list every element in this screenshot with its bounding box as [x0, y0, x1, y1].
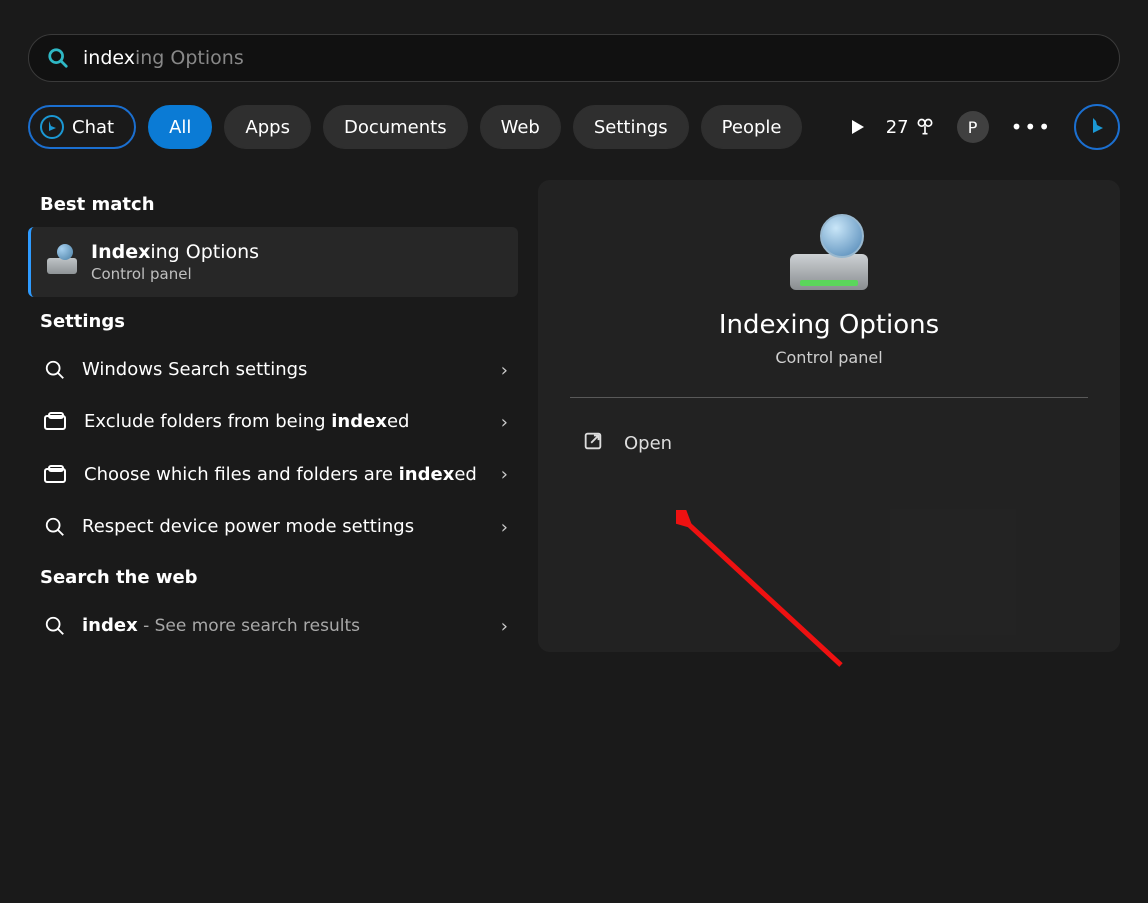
chevron-right-icon: › — [501, 412, 508, 433]
detail-title: Indexing Options — [570, 310, 1088, 340]
bing-icon[interactable] — [1074, 104, 1120, 150]
search-completion: ing Options — [135, 47, 244, 69]
settings-item-exclude-folders[interactable]: Exclude folders from being indexed › — [28, 396, 518, 448]
settings-item-search-settings[interactable]: Windows Search settings › — [28, 344, 518, 396]
indexing-options-icon — [784, 220, 874, 292]
search-icon — [44, 516, 66, 538]
filter-all[interactable]: All — [148, 105, 212, 149]
filter-row: Chat All Apps Documents Web Settings Peo… — [28, 104, 1120, 150]
settings-item-choose-files[interactable]: Choose which files and folders are index… — [28, 449, 518, 501]
filter-people[interactable]: People — [701, 105, 803, 149]
open-label: Open — [624, 433, 672, 454]
web-search-item[interactable]: index - See more search results › — [28, 600, 518, 652]
play-icon[interactable] — [852, 120, 864, 134]
rewards-score[interactable]: 27 — [886, 117, 935, 138]
filter-chat[interactable]: Chat — [28, 105, 136, 149]
detail-subtitle: Control panel — [570, 348, 1088, 367]
chevron-right-icon: › — [501, 517, 508, 538]
results-column: Best match Indexing Options Control pane… — [28, 180, 518, 652]
filter-apps[interactable]: Apps — [224, 105, 311, 149]
open-action[interactable]: Open — [570, 422, 1088, 465]
search-input[interactable]: indexing Options — [83, 47, 244, 69]
chevron-right-icon: › — [501, 464, 508, 485]
open-icon — [582, 430, 604, 457]
folder-icon — [44, 465, 68, 485]
web-heading: Search the web — [40, 567, 518, 588]
best-match-subtitle: Control panel — [91, 265, 259, 283]
search-icon — [47, 47, 69, 69]
search-typed: index — [83, 47, 135, 69]
detail-pane: Indexing Options Control panel Open — [538, 180, 1120, 652]
best-match-title: Indexing Options — [91, 241, 259, 263]
chevron-right-icon: › — [501, 616, 508, 637]
divider — [570, 397, 1088, 398]
folder-icon — [44, 412, 68, 432]
search-bar[interactable]: indexing Options — [28, 34, 1120, 82]
settings-item-power-mode[interactable]: Respect device power mode settings › — [28, 501, 518, 553]
best-match-heading: Best match — [40, 194, 518, 215]
chevron-right-icon: › — [501, 360, 508, 381]
filter-web[interactable]: Web — [480, 105, 561, 149]
settings-heading: Settings — [40, 311, 518, 332]
control-panel-icon — [47, 250, 77, 274]
user-avatar[interactable]: P — [957, 111, 989, 143]
filter-documents[interactable]: Documents — [323, 105, 468, 149]
search-icon — [44, 359, 66, 381]
best-match-item[interactable]: Indexing Options Control panel — [28, 227, 518, 297]
filter-settings[interactable]: Settings — [573, 105, 689, 149]
more-icon[interactable]: ••• — [1011, 115, 1052, 139]
search-icon — [44, 615, 66, 637]
